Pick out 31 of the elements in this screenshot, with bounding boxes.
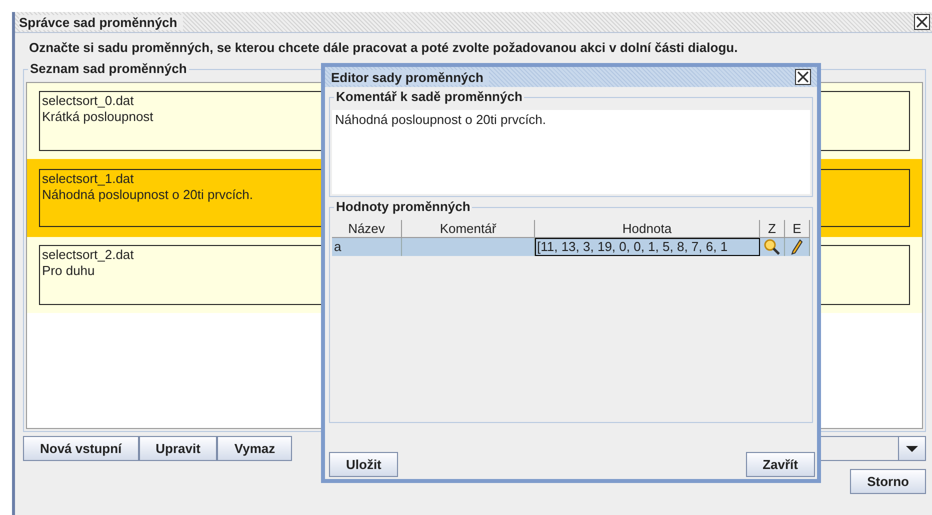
comment-field[interactable]: Náhodná posloupnost o 20ti prvcích. [332, 110, 810, 194]
file-name: selectsort_2.dat [42, 247, 134, 263]
cancel-button[interactable]: Storno [850, 469, 926, 494]
value-input-field[interactable]: [11, 13, 3, 19, 0, 0, 1, 5, 8, 7, 6, 1 [535, 238, 760, 256]
group-title: Seznam sad proměnných [28, 61, 189, 76]
dialog-button[interactable]: Zavřít [746, 452, 815, 477]
column-header[interactable]: Název [332, 220, 402, 238]
close-icon[interactable] [914, 14, 930, 30]
set-comment: Pro duhu [42, 263, 95, 279]
pencil-icon[interactable] [791, 239, 803, 255]
file-name: selectsort_0.dat [42, 93, 134, 109]
caret-icon [906, 446, 918, 452]
file-name: selectsort_1.dat [42, 171, 134, 187]
table-cell: a [332, 238, 402, 256]
group-title: Komentář k sadě proměnných [334, 89, 524, 104]
window-title: Správce sad proměnných [19, 14, 184, 30]
magnifier-icon[interactable] [763, 239, 781, 255]
dialog-button[interactable]: Uložit [329, 452, 398, 477]
toolbar-button[interactable]: Nová vstupní [23, 436, 139, 461]
set-comment: Náhodná posloupnost o 20ti prvcích. [42, 187, 254, 203]
toolbar-button[interactable]: Vymaz [217, 436, 292, 461]
column-header[interactable]: Hodnota [535, 220, 760, 238]
group-title: Hodnoty proměnných [334, 199, 472, 214]
column-header[interactable]: Z [760, 220, 785, 238]
column-header[interactable]: Komentář [402, 220, 535, 238]
instruction-text: Označte si sadu proměnných, se kterou chcete dále pracovat a poté zvolte požadovanou akci v dolní části dialogu. [28, 39, 739, 57]
set-comment: Krátká posloupnost [42, 109, 154, 125]
toolbar-button[interactable]: Upravit [138, 436, 218, 461]
dialog-title: Editor sady proměnných [331, 70, 490, 84]
column-header[interactable]: E [785, 220, 810, 238]
close-icon[interactable] [795, 69, 811, 85]
